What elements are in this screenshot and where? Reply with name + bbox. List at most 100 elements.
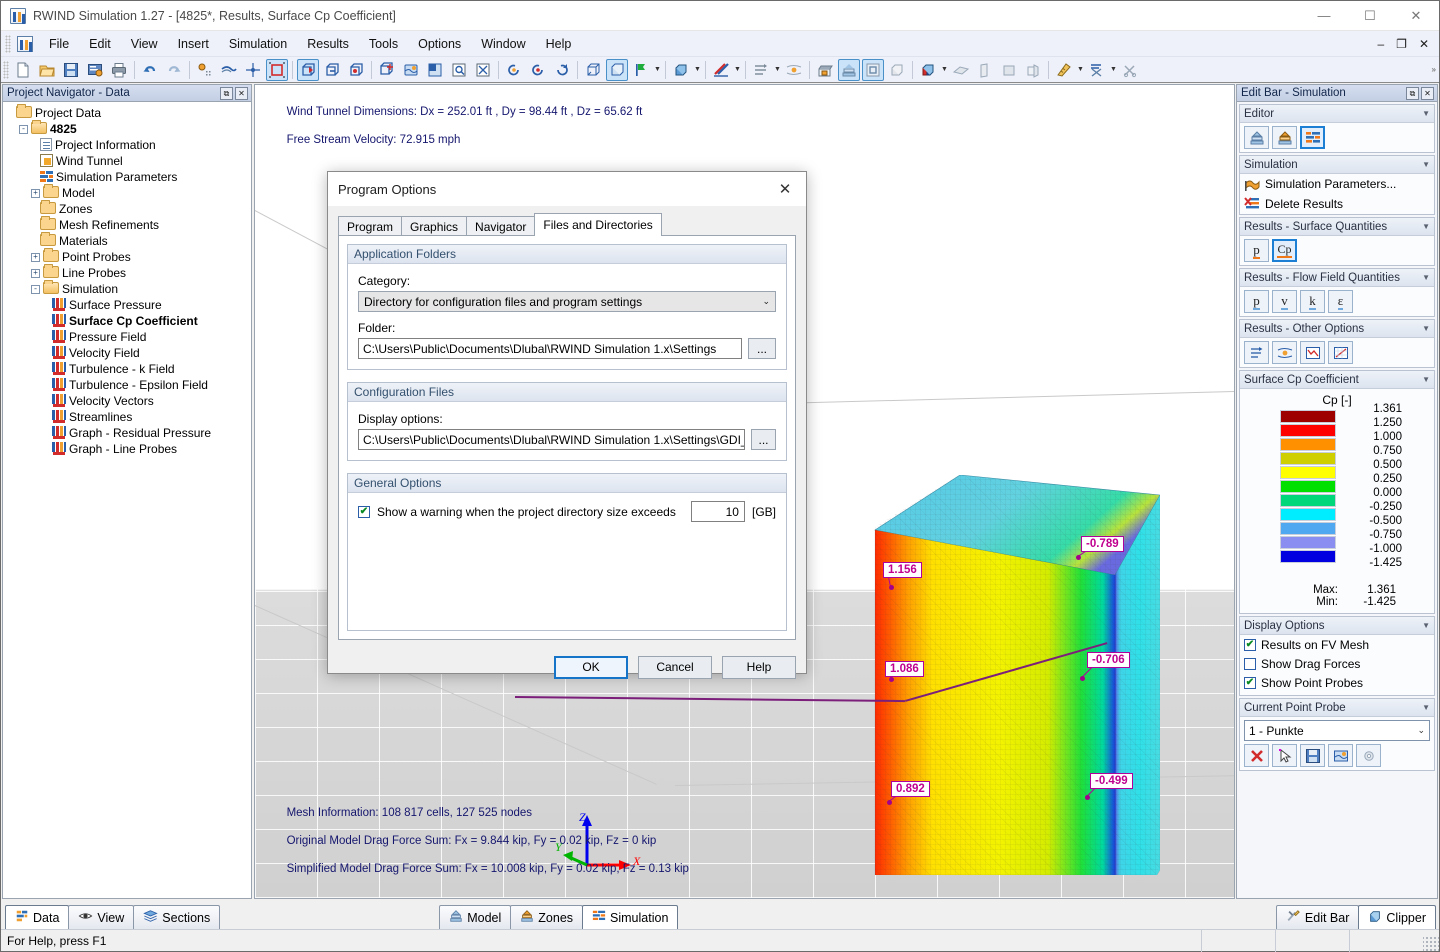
- chevron-down-icon[interactable]: ▼: [1422, 222, 1430, 231]
- delete-results-item[interactable]: Delete Results: [1240, 194, 1434, 214]
- browse-config-button[interactable]: ...: [751, 429, 776, 450]
- probe-point-marker[interactable]: [889, 677, 894, 682]
- chevron-down-icon[interactable]: ▼: [1422, 703, 1430, 712]
- ruler-icon[interactable]: [1053, 59, 1075, 81]
- option-show-point-probes[interactable]: ✔ Show Point Probes: [1240, 673, 1434, 692]
- chevron-down-icon[interactable]: ▼: [1422, 109, 1430, 118]
- menu-tools[interactable]: Tools: [359, 33, 408, 55]
- tree-item-project-data[interactable]: Project Data: [7, 104, 251, 121]
- tab-graphics[interactable]: Graphics: [401, 216, 468, 236]
- browse-folder-button[interactable]: ...: [748, 338, 776, 359]
- group-current-point-probe-header[interactable]: Current Point Probe ▼: [1240, 699, 1434, 717]
- zoom-window-icon[interactable]: [376, 59, 398, 81]
- mdi-minimize-icon[interactable]: –: [1375, 37, 1386, 51]
- plane-cut-icon[interactable]: [950, 59, 972, 81]
- tree-item-materials[interactable]: Materials: [7, 232, 251, 249]
- wireframe-icon[interactable]: [582, 59, 604, 81]
- velocity-arrows-dropdown-icon[interactable]: ▼: [773, 59, 782, 81]
- pick-probe-button[interactable]: [1272, 744, 1297, 767]
- group-editor-header[interactable]: Editor ▼: [1240, 105, 1434, 123]
- option-show-drag-forces[interactable]: Show Drag Forces: [1240, 654, 1434, 673]
- navigator-close-icon[interactable]: ✕: [235, 86, 248, 100]
- colorscale-icon[interactable]: [710, 59, 732, 81]
- pan-view-icon[interactable]: [321, 59, 343, 81]
- selection-box-icon[interactable]: [266, 58, 288, 81]
- rotate-right-icon[interactable]: [551, 59, 573, 81]
- velocity-arrows-icon[interactable]: [750, 59, 772, 81]
- group-surface-quantities-header[interactable]: Results - Surface Quantities ▼: [1240, 218, 1434, 236]
- color-flag-dropdown-icon[interactable]: ▼: [653, 59, 662, 81]
- group-other-options-header[interactable]: Results - Other Options ▼: [1240, 320, 1434, 338]
- magnifier-icon[interactable]: [448, 59, 470, 81]
- tree-item-graph-line-probes[interactable]: Graph - Line Probes: [7, 441, 251, 457]
- group-simulation-header[interactable]: Simulation ▼: [1240, 156, 1434, 174]
- chevron-down-icon[interactable]: ▼: [1422, 324, 1430, 333]
- flow-epsilon-button[interactable]: ε: [1328, 290, 1353, 313]
- tab-view[interactable]: View: [68, 905, 135, 929]
- maximize-icon[interactable]: ☐: [1347, 1, 1393, 31]
- menu-simulation[interactable]: Simulation: [219, 33, 297, 55]
- group-display-options-header[interactable]: Display Options ▼: [1240, 617, 1434, 635]
- line-probe-graph-button[interactable]: [1328, 341, 1353, 364]
- tree-item-streamlines[interactable]: Streamlines: [7, 409, 251, 425]
- tree-expander[interactable]: -: [19, 124, 28, 134]
- clip-cut-icon[interactable]: [1022, 59, 1044, 81]
- menu-edit[interactable]: Edit: [79, 33, 121, 55]
- tab-simulation[interactable]: Simulation: [582, 905, 679, 929]
- chevron-down-icon[interactable]: ⌄: [762, 296, 770, 307]
- group-flow-quantities-header[interactable]: Results - Flow Field Quantities ▼: [1240, 269, 1434, 287]
- tree-item-simulation-parameters[interactable]: Simulation Parameters: [7, 169, 251, 185]
- point-probe-select[interactable]: 1 - Punkte ⌄: [1244, 720, 1430, 741]
- section-tools-dropdown-icon[interactable]: ▼: [1109, 59, 1118, 81]
- close-icon[interactable]: ✕: [1393, 1, 1439, 31]
- navigator-pin-icon[interactable]: ⧉: [220, 86, 233, 100]
- menu-results[interactable]: Results: [297, 33, 359, 55]
- tab-edit-bar[interactable]: Edit Bar: [1275, 905, 1360, 929]
- chevron-down-icon[interactable]: ▼: [1422, 273, 1430, 282]
- flow-pressure-button[interactable]: p: [1244, 290, 1269, 313]
- render-cube-dropdown-icon[interactable]: ▼: [693, 59, 702, 81]
- mesh-show-icon[interactable]: [886, 59, 908, 81]
- menu-view[interactable]: View: [121, 33, 168, 55]
- results-cube-icon[interactable]: [917, 59, 939, 81]
- results-on-fv-mesh-checkbox[interactable]: ✔: [1244, 638, 1256, 651]
- chevron-down-icon[interactable]: ▼: [1422, 375, 1430, 384]
- chevron-down-icon[interactable]: ⌄: [1417, 725, 1425, 736]
- tab-zones[interactable]: Zones: [510, 905, 584, 929]
- render-cube-icon[interactable]: [670, 59, 692, 81]
- zones-show-icon[interactable]: [862, 58, 884, 81]
- show-point-probes-checkbox[interactable]: ✔: [1244, 676, 1256, 689]
- streamlines-icon[interactable]: [783, 59, 805, 81]
- tab-model[interactable]: Model: [439, 905, 512, 929]
- option-results-on-fv-mesh[interactable]: ✔ Results on FV Mesh: [1240, 635, 1434, 654]
- snap-crosshair-icon[interactable]: [242, 59, 264, 81]
- open-file-icon[interactable]: [36, 59, 58, 81]
- chevron-down-icon[interactable]: ▼: [1422, 621, 1430, 630]
- select-points-icon[interactable]: [194, 59, 216, 81]
- show-drag-forces-checkbox[interactable]: [1244, 657, 1256, 670]
- group-cp-legend-header[interactable]: Surface Cp Coefficient ▼: [1240, 371, 1434, 389]
- tree-item-turbulence-epsilon-field[interactable]: Turbulence - Epsilon Field: [7, 377, 251, 393]
- zones-editor-button[interactable]: [1272, 126, 1297, 149]
- tree-item-surface-cp-coefficient[interactable]: Surface Cp Coefficient: [7, 313, 251, 329]
- residual-graph-button[interactable]: [1300, 341, 1325, 364]
- model-show-icon[interactable]: [838, 58, 860, 81]
- ruler-dropdown-icon[interactable]: ▼: [1076, 59, 1085, 81]
- zoom-all-icon[interactable]: [472, 59, 494, 81]
- rotate-left-icon[interactable]: [503, 59, 525, 81]
- tree-item-line-probes[interactable]: + Line Probes: [7, 264, 251, 281]
- tree-item-simulation[interactable]: - Simulation: [7, 280, 251, 297]
- directory-size-warning-checkbox[interactable]: ✔: [358, 505, 370, 518]
- resize-grip[interactable]: [1423, 935, 1439, 952]
- menu-insert[interactable]: Insert: [168, 33, 219, 55]
- category-select[interactable]: Directory for configuration files and pr…: [358, 291, 776, 312]
- menu-grip-handle[interactable]: [5, 34, 11, 53]
- display-options-path-input[interactable]: C:\Users\Public\Documents\Dlubal\RWIND S…: [358, 429, 746, 450]
- tab-navigator[interactable]: Navigator: [466, 216, 536, 236]
- rotate-view-icon[interactable]: [297, 58, 319, 81]
- extra-tools-icon[interactable]: [1119, 59, 1141, 81]
- save-icon[interactable]: [60, 59, 82, 81]
- surface-cp-button[interactable]: Cp: [1272, 239, 1297, 262]
- surface-pressure-button[interactable]: p: [1244, 239, 1269, 262]
- tab-data[interactable]: Data: [5, 905, 70, 929]
